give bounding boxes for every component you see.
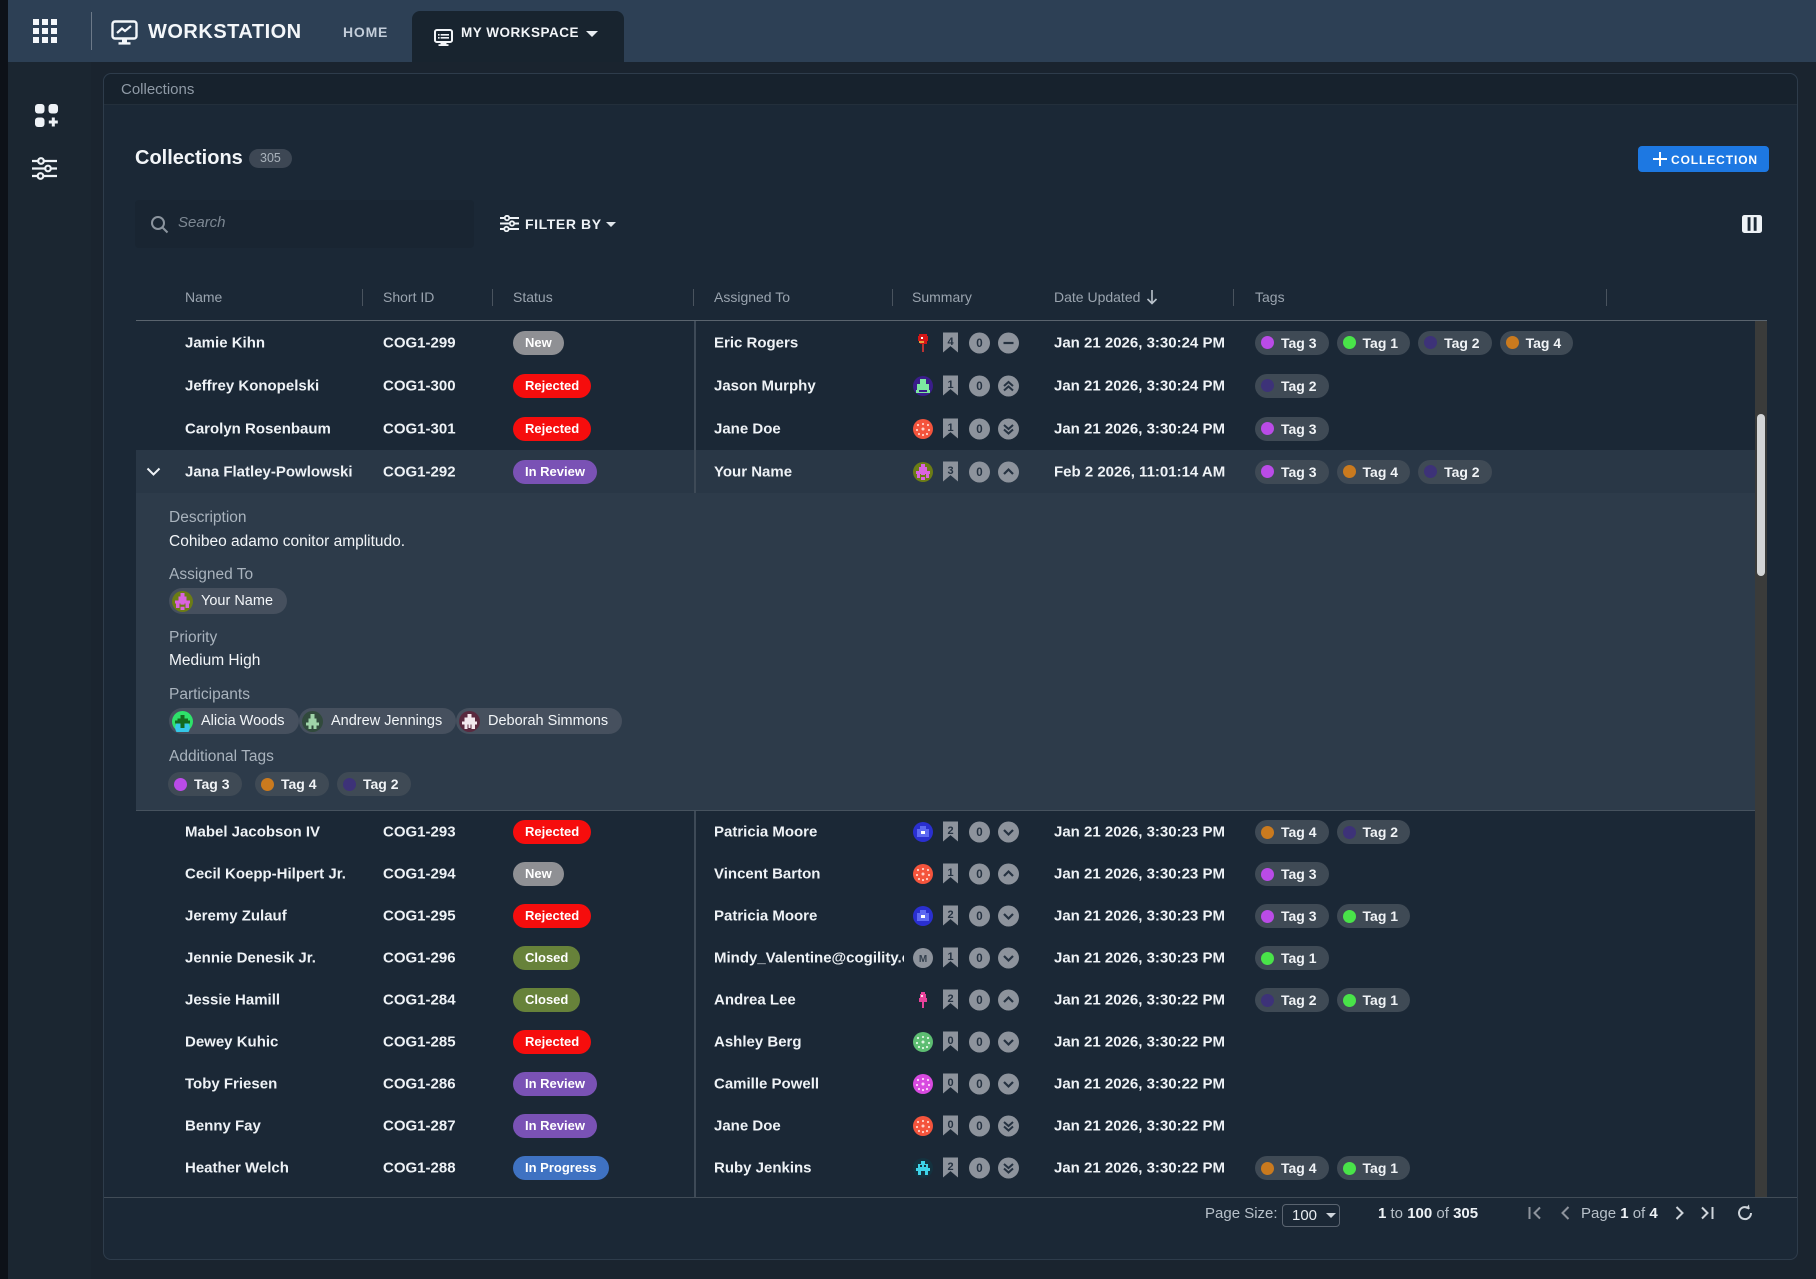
svg-text:1: 1 (947, 422, 953, 434)
svg-text:0: 0 (947, 1119, 953, 1131)
svg-text:2: 2 (947, 909, 953, 921)
svg-text:0: 0 (976, 1079, 982, 1091)
svg-text:2: 2 (947, 1161, 953, 1173)
svg-text:0: 0 (976, 1163, 982, 1175)
svg-text:4: 4 (947, 336, 954, 348)
svg-text:0: 0 (976, 995, 982, 1007)
svg-text:2: 2 (947, 993, 953, 1005)
svg-text:0: 0 (976, 1121, 982, 1133)
svg-text:M: M (919, 954, 927, 965)
svg-text:0: 0 (976, 953, 982, 965)
svg-text:0: 0 (976, 827, 982, 839)
svg-text:0: 0 (976, 1037, 982, 1049)
svg-text:0: 0 (976, 467, 982, 479)
svg-text:0: 0 (947, 1035, 953, 1047)
svg-text:0: 0 (976, 911, 982, 923)
svg-text:1: 1 (947, 951, 953, 963)
svg-text:1: 1 (947, 867, 953, 879)
svg-text:0: 0 (976, 381, 982, 393)
svg-text:3: 3 (947, 465, 953, 477)
svg-text:0: 0 (976, 424, 982, 436)
svg-text:2: 2 (947, 825, 953, 837)
svg-text:0: 0 (976, 338, 982, 350)
svg-text:1: 1 (947, 379, 953, 391)
svg-text:0: 0 (947, 1077, 953, 1089)
svg-text:0: 0 (976, 869, 982, 881)
